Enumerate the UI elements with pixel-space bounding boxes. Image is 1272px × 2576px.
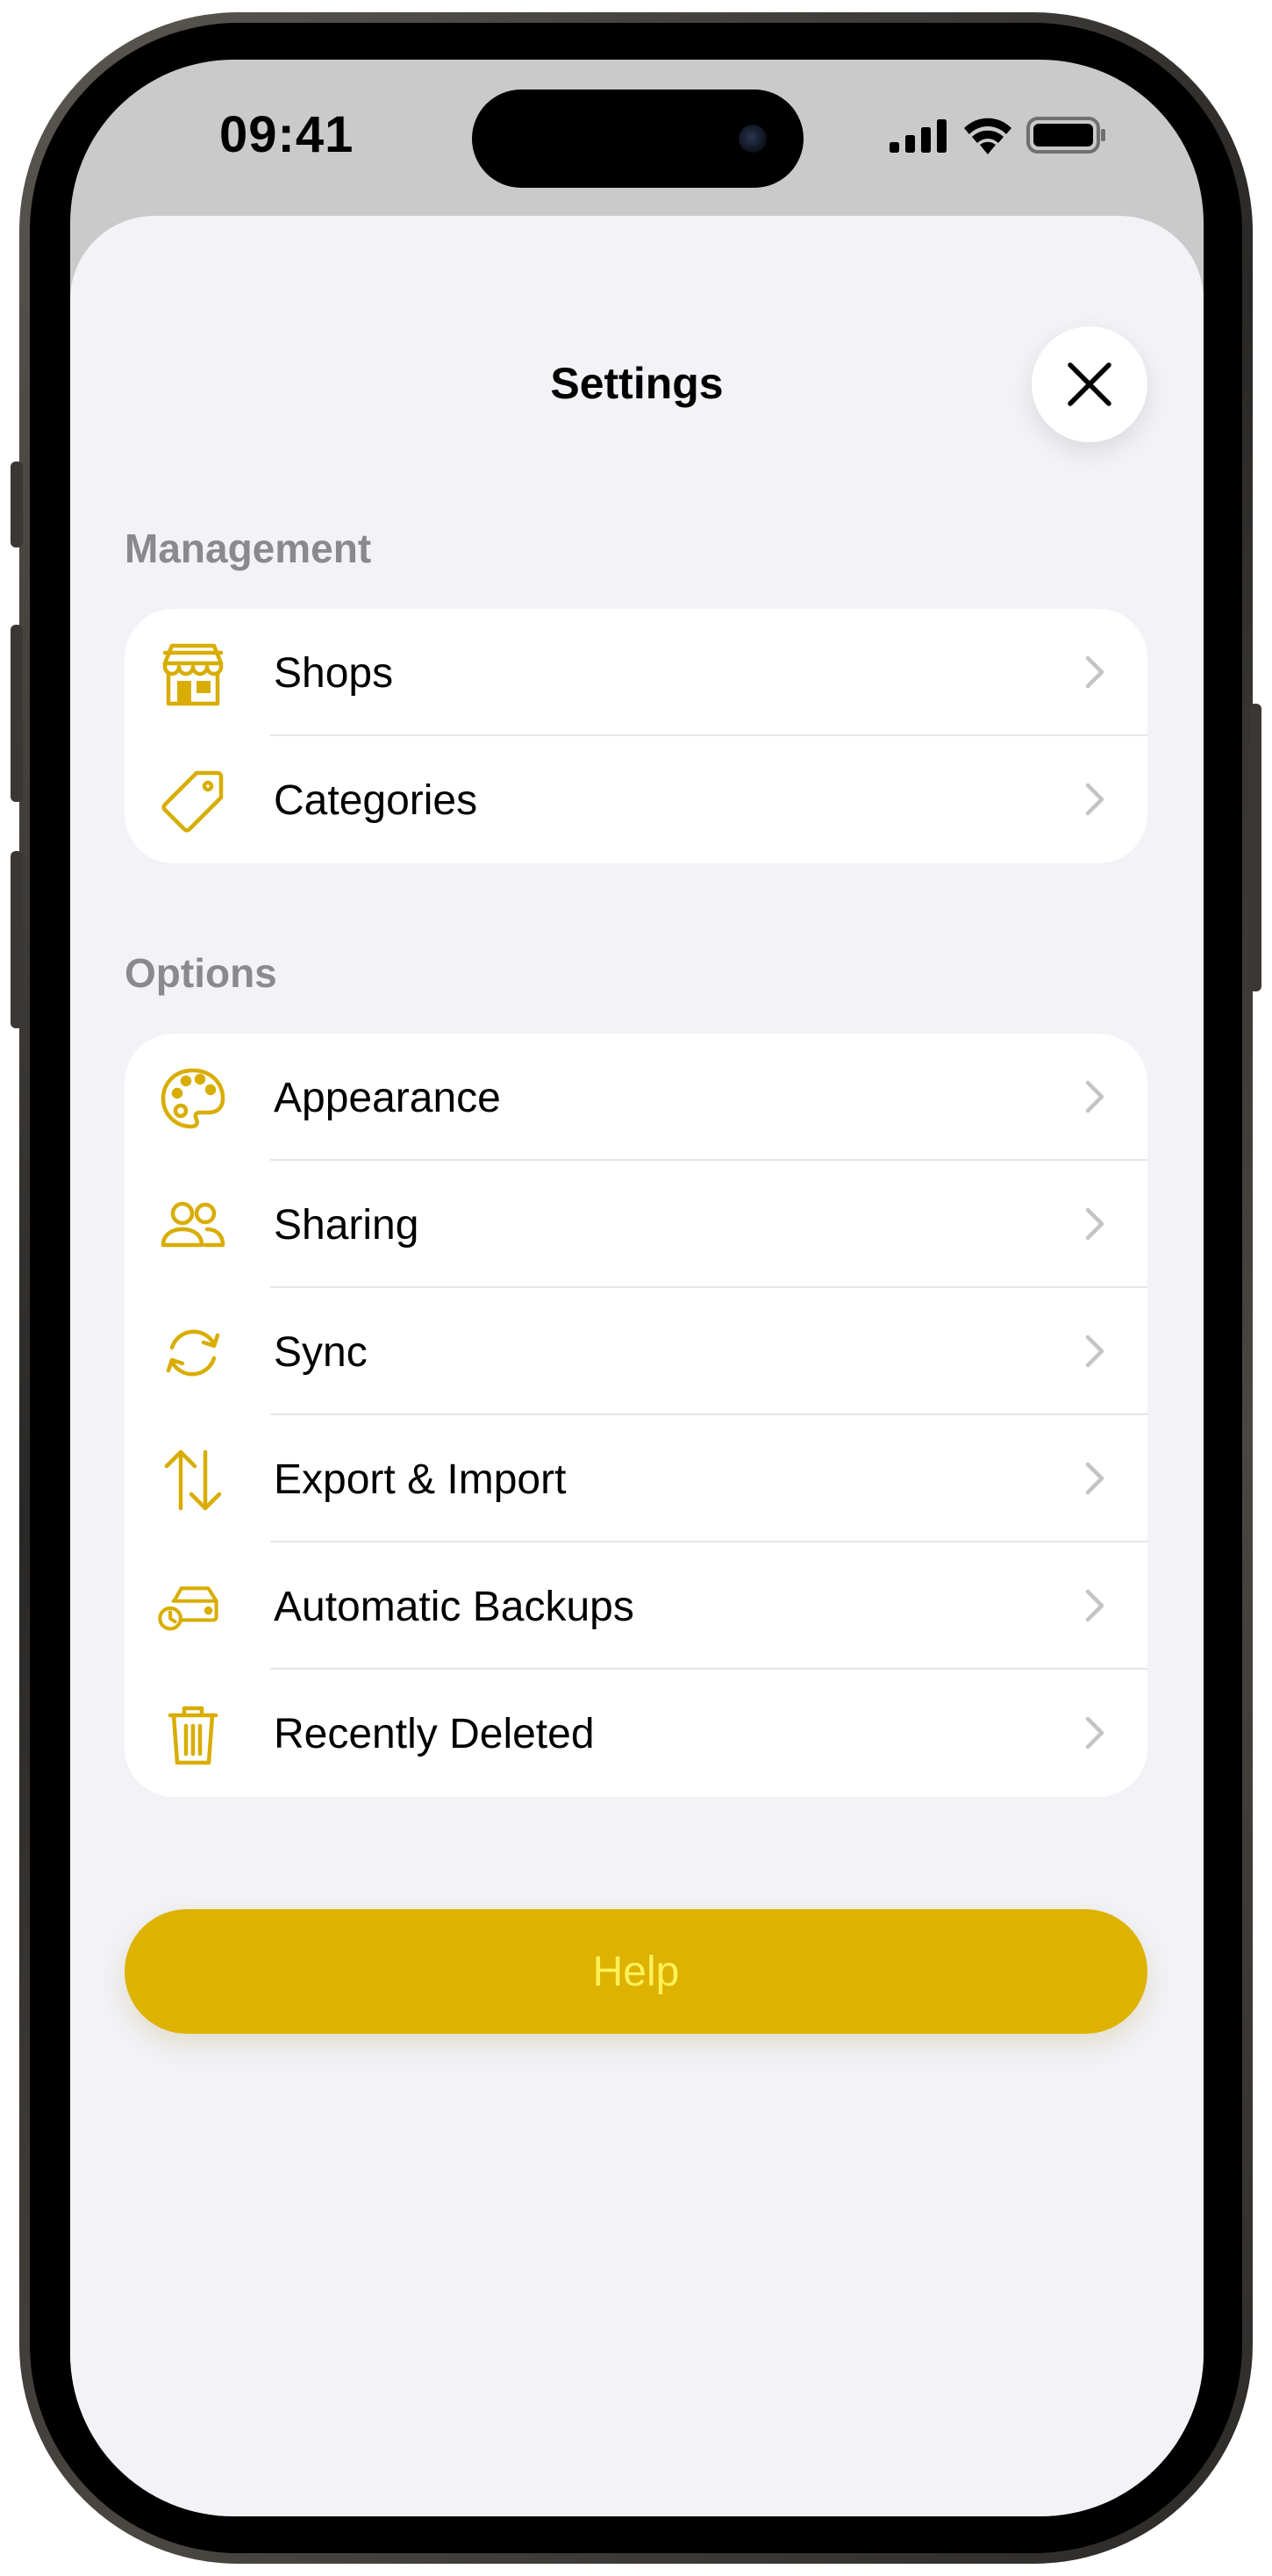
arrows-up-down-icon [164, 1449, 222, 1511]
settings-row-sync[interactable]: Sync [125, 1288, 1147, 1415]
wifi-icon [964, 118, 1011, 154]
settings-row-automatic-backups[interactable]: Automatic Backups [125, 1542, 1147, 1670]
help-button[interactable]: Help [125, 1909, 1147, 2034]
status-time: 09:41 [219, 106, 354, 163]
volume-up-button [11, 625, 23, 802]
section-header-management: Management [125, 526, 372, 571]
section-header-options: Options [125, 950, 277, 996]
settings-row-label: Appearance [274, 1075, 501, 1121]
people-icon [161, 1201, 225, 1248]
chevron-right-icon [1085, 655, 1104, 689]
action-button [11, 462, 23, 547]
settings-row-appearance[interactable]: Appearance [125, 1034, 1147, 1161]
palette-icon [161, 1068, 225, 1129]
management-group: Shops Categories [125, 609, 1147, 863]
close-icon [1068, 362, 1111, 406]
settings-row-label: Shops [274, 650, 394, 697]
close-button[interactable] [1032, 326, 1147, 442]
settings-row-label: Categories [274, 777, 478, 824]
settings-row-sharing[interactable]: Sharing [125, 1161, 1147, 1288]
settings-sheet: Settings Management Shops Categories Opt… [70, 216, 1204, 2516]
settings-row-label: Sharing [274, 1202, 419, 1249]
chevron-right-icon [1085, 1207, 1104, 1241]
tag-icon [161, 770, 224, 833]
settings-row-label: Export & Import [274, 1456, 567, 1503]
screen: 09:41 Settings Management Shops Categori… [70, 60, 1204, 2516]
status-bar: 09:41 [70, 60, 1204, 218]
cellular-signal-icon [890, 119, 947, 153]
settings-row-shops[interactable]: Shops [125, 609, 1147, 736]
status-icons [890, 116, 1107, 154]
chevron-right-icon [1085, 1462, 1104, 1495]
settings-row-label: Sync [274, 1329, 368, 1376]
trash-icon [168, 1706, 218, 1765]
options-group: Appearance Sharing Sync Export & Import … [125, 1034, 1147, 1797]
camera-icon [739, 125, 767, 153]
chevron-right-icon [1085, 1716, 1104, 1750]
battery-icon [1026, 117, 1105, 154]
settings-row-recently-deleted[interactable]: Recently Deleted [125, 1670, 1147, 1797]
chevron-right-icon [1085, 783, 1104, 816]
settings-row-label: Automatic Backups [274, 1584, 634, 1630]
settings-row-export-import[interactable]: Export & Import [125, 1415, 1147, 1542]
sync-icon [166, 1329, 220, 1377]
drive-clock-icon [158, 1586, 218, 1631]
dynamic-island [472, 89, 804, 188]
chevron-right-icon [1085, 1589, 1104, 1622]
volume-down-button [11, 851, 23, 1028]
storefront-icon [162, 643, 224, 706]
chevron-right-icon [1085, 1335, 1104, 1368]
power-button [1249, 704, 1261, 991]
settings-row-label: Recently Deleted [274, 1711, 595, 1757]
settings-row-categories[interactable]: Categories [125, 736, 1147, 863]
chevron-right-icon [1085, 1080, 1104, 1113]
